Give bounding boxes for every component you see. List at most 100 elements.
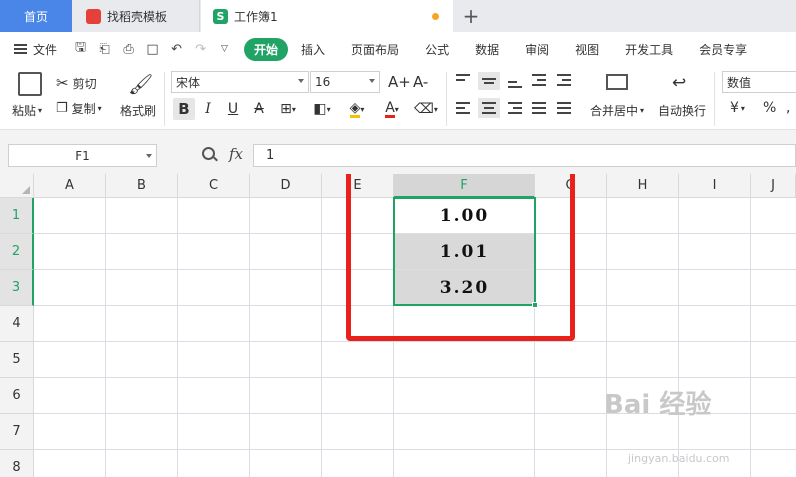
- tab-template[interactable]: 找稻壳模板: [72, 0, 200, 32]
- redo-icon[interactable]: ↷: [193, 42, 208, 57]
- quick-access-toolbar: 🖫 ⎗ ⎙ □ ↶ ↷ ▽: [73, 40, 232, 57]
- tab-home[interactable]: 首页: [0, 0, 72, 32]
- align-bottom-icon[interactable]: [506, 72, 524, 88]
- justify-icon[interactable]: [530, 100, 548, 116]
- align-right-icon[interactable]: [506, 100, 524, 116]
- ribbon: 粘贴 ▾ ✂ 剪切 ❐ 复制 ▾ 🖌 格式刷 宋体 16 A+ A- B I U…: [0, 66, 796, 130]
- column-header[interactable]: I: [679, 174, 751, 198]
- grid-line: [249, 198, 250, 477]
- merge-dropdown-icon: ▾: [640, 106, 645, 115]
- tab-developer[interactable]: 开发工具: [612, 41, 686, 58]
- row-header[interactable]: 6: [0, 378, 34, 414]
- tab-view[interactable]: 视图: [562, 41, 612, 58]
- print-icon[interactable]: ⎙: [121, 42, 136, 57]
- font-color-label: A: [385, 99, 395, 118]
- export-icon[interactable]: ⎗: [97, 42, 112, 57]
- border-icon[interactable]: ⊞ ▾: [275, 98, 301, 120]
- percent-button[interactable]: %: [763, 100, 776, 116]
- format-painter-button[interactable]: 格式刷: [120, 102, 156, 119]
- paste-button[interactable]: 粘贴 ▾: [12, 102, 42, 119]
- tab-review[interactable]: 审阅: [512, 41, 562, 58]
- row-header-selected[interactable]: 2: [0, 234, 34, 270]
- row-header-selected[interactable]: 3: [0, 270, 34, 306]
- tab-template-label: 找稻壳模板: [107, 9, 168, 24]
- ribbon-divider: [714, 72, 715, 126]
- copy-button[interactable]: ❐ 复制 ▾: [56, 100, 102, 117]
- cell-style-icon[interactable]: ◧ ▾: [308, 98, 336, 120]
- font-name-dropdown-icon: [298, 79, 304, 83]
- grid-line: [34, 449, 796, 450]
- distributed-align-icon[interactable]: [555, 100, 573, 116]
- save-icon[interactable]: 🖫: [73, 40, 88, 57]
- number-format-select[interactable]: 数值: [722, 71, 796, 93]
- column-header[interactable]: C: [178, 174, 250, 198]
- column-header[interactable]: A: [34, 174, 106, 198]
- shrink-font-button[interactable]: A-: [413, 73, 428, 91]
- comma-icon[interactable]: ,: [786, 100, 790, 116]
- wrap-text-icon: ↩: [672, 73, 687, 93]
- paste-label: 粘贴: [12, 104, 37, 118]
- row-header[interactable]: 5: [0, 342, 34, 378]
- add-tab-button[interactable]: +: [458, 0, 484, 32]
- insert-function-button[interactable]: fx: [229, 145, 243, 163]
- grid-line: [105, 198, 106, 477]
- align-center-icon[interactable]: [478, 98, 500, 118]
- grow-font-button[interactable]: A+: [388, 73, 411, 91]
- watermark-url: jingyan.baidu.com: [628, 452, 730, 465]
- align-middle-icon[interactable]: [478, 72, 500, 90]
- column-header[interactable]: J: [751, 174, 796, 198]
- merge-center-label: 合并居中: [590, 104, 639, 118]
- print-preview-icon[interactable]: □: [145, 42, 160, 57]
- tab-start[interactable]: 开始: [244, 37, 289, 61]
- formula-bar: F1 fx 1: [0, 130, 796, 174]
- quick-access-more-icon[interactable]: ▽: [217, 42, 232, 57]
- underline-button[interactable]: U: [224, 98, 242, 120]
- bold-button[interactable]: B: [173, 98, 195, 120]
- strikethrough-icon[interactable]: A: [250, 98, 268, 120]
- row-header-selected[interactable]: 1: [0, 198, 34, 234]
- eraser-icon[interactable]: ⌫ ▾: [412, 98, 440, 120]
- tab-member[interactable]: 会员专享: [686, 41, 760, 58]
- annotation-highlight-box: [346, 174, 575, 341]
- tab-formulas[interactable]: 公式: [412, 41, 462, 58]
- column-header[interactable]: H: [607, 174, 679, 198]
- row-header[interactable]: 7: [0, 414, 34, 450]
- undo-icon[interactable]: ↶: [169, 42, 184, 57]
- column-header[interactable]: D: [250, 174, 322, 198]
- font-name-select[interactable]: 宋体: [171, 71, 309, 93]
- wrap-text-button[interactable]: 自动换行: [658, 102, 706, 119]
- row-header[interactable]: 8: [0, 450, 34, 477]
- decrease-indent-icon[interactable]: [530, 72, 548, 88]
- name-box[interactable]: F1: [8, 144, 157, 167]
- increase-indent-icon[interactable]: [555, 72, 573, 88]
- format-painter-icon[interactable]: 🖌: [128, 72, 153, 96]
- tab-bar: 首页 找稻壳模板 S 工作簿1 +: [0, 0, 796, 32]
- spreadsheet-logo-icon: S: [213, 8, 228, 24]
- row-header[interactable]: 4: [0, 306, 34, 342]
- fill-color-icon[interactable]: ◈ ▾: [343, 98, 371, 120]
- file-menu[interactable]: 文件: [0, 41, 57, 58]
- tab-insert[interactable]: 插入: [288, 41, 338, 58]
- currency-label: ¥: [730, 100, 739, 116]
- merge-center-button[interactable]: 合并居中 ▾: [590, 102, 644, 119]
- align-top-icon[interactable]: [454, 72, 472, 88]
- spreadsheet-grid: A B C D E F G H I J 1 2 3 4 5 6 7 8 1.00…: [0, 174, 796, 477]
- menu-bar: 文件 🖫 ⎗ ⎙ □ ↶ ↷ ▽ 开始 插入 页面布局 公式 数据 审阅 视图 …: [0, 32, 796, 66]
- align-left-icon[interactable]: [454, 100, 472, 116]
- tab-page-layout[interactable]: 页面布局: [338, 41, 412, 58]
- font-size-select[interactable]: 16: [310, 71, 380, 93]
- italic-button[interactable]: I: [199, 98, 217, 120]
- zoom-formula-icon[interactable]: [202, 147, 215, 160]
- unsaved-dot-icon: [432, 13, 439, 20]
- tab-workbook[interactable]: S 工作簿1: [201, 0, 453, 32]
- formula-input[interactable]: 1: [253, 144, 796, 167]
- column-header[interactable]: B: [106, 174, 178, 198]
- currency-button[interactable]: ¥ ▾: [730, 100, 745, 116]
- font-color-button[interactable]: A ▾: [378, 98, 406, 120]
- cut-button[interactable]: ✂ 剪切: [56, 74, 97, 92]
- select-all-corner[interactable]: [0, 174, 34, 198]
- paste-icon[interactable]: [18, 72, 42, 96]
- tab-workbook-label: 工作簿1: [234, 9, 278, 24]
- tab-data[interactable]: 数据: [462, 41, 512, 58]
- hamburger-icon: [14, 44, 27, 54]
